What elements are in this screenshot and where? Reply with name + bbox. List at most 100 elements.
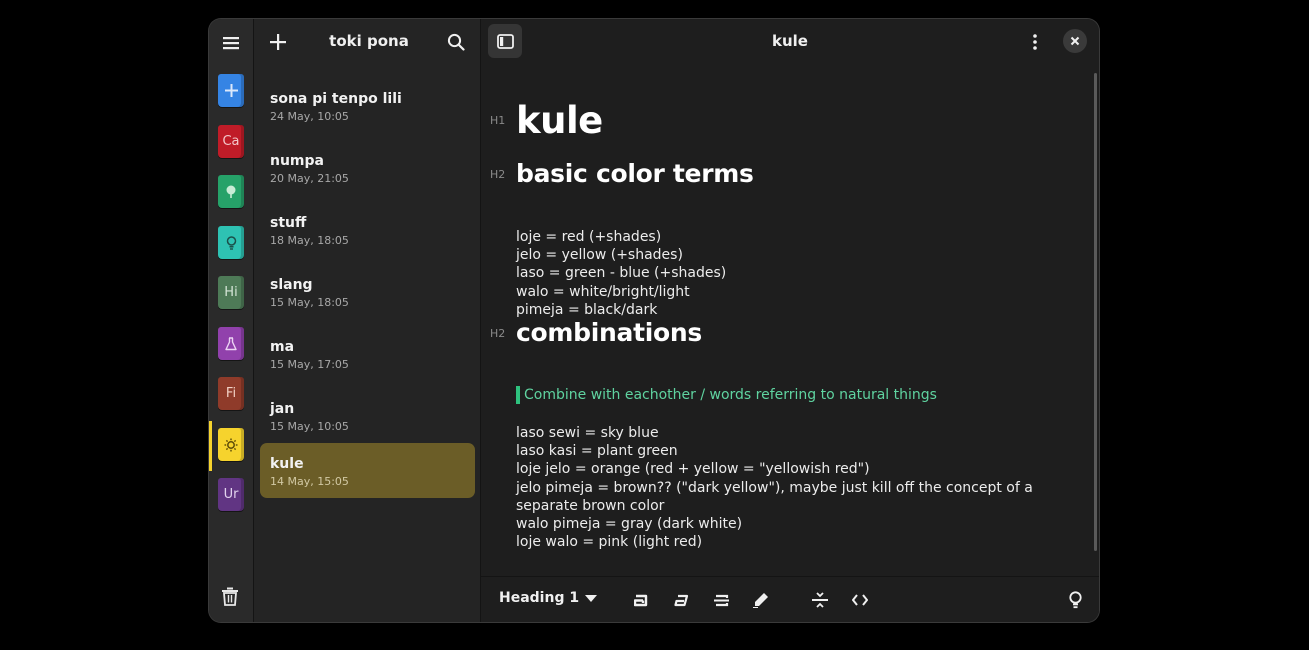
editor-header: kule: [481, 19, 1099, 65]
list-item-selected[interactable]: kule 14 May, 15:05: [260, 443, 475, 498]
notebook-ur[interactable]: Ur: [218, 478, 244, 511]
notebook-flask[interactable]: [218, 327, 244, 360]
notebook-label: Fi: [225, 386, 237, 401]
note-title: kule: [270, 456, 304, 472]
formatting-toolbar: Heading 1: [481, 576, 1099, 622]
search-button[interactable]: [444, 30, 468, 54]
hamburger-menu-icon[interactable]: [219, 31, 243, 55]
trash-icon[interactable]: [221, 587, 241, 607]
notebook-tree[interactable]: [218, 175, 244, 208]
active-notebook-indicator: [209, 421, 212, 471]
notebook-label: Ca: [222, 134, 240, 149]
caret-down-icon: [585, 594, 598, 602]
note-title: ma: [270, 339, 295, 355]
notebook-title: toki pona: [329, 32, 409, 50]
text-line: loje = red (+shades): [516, 229, 662, 245]
kebab-menu-icon: [1033, 34, 1037, 50]
sun-icon: [224, 438, 238, 451]
list-item[interactable]: ma 15 May, 17:05: [260, 326, 475, 381]
note-date: 18 May, 18:05: [270, 234, 349, 247]
note-title: jan: [270, 401, 295, 417]
blockquote: Combine with eachother / words referring…: [516, 386, 937, 404]
code-icon: [852, 594, 868, 606]
heading-2: combinations: [516, 318, 702, 347]
paragraph-combinations: laso sewi = sky blue laso kasi = plant g…: [516, 424, 1064, 551]
strikethrough-button[interactable]: [709, 588, 733, 612]
text-line: loje walo = pink (light red): [516, 534, 703, 551]
notebook-label: Hi: [224, 285, 238, 300]
horizontal-rule-button[interactable]: [808, 588, 832, 612]
plus-icon: [224, 84, 238, 97]
notebook-lightbulb[interactable]: [218, 226, 244, 259]
notebook-fi[interactable]: Fi: [218, 377, 244, 410]
close-button[interactable]: [1063, 29, 1087, 53]
highlight-button[interactable]: [749, 588, 773, 612]
close-icon: [1070, 36, 1080, 46]
note-content[interactable]: H1 kule H2 basic color terms loje = red …: [481, 65, 1091, 577]
note-date: 24 May, 10:05: [270, 110, 349, 123]
text-line: walo = white/bright/light: [516, 283, 690, 300]
notebook-label: Ur: [223, 487, 239, 502]
list-item[interactable]: jan 15 May, 10:05: [260, 388, 475, 443]
note-date: 15 May, 10:05: [270, 420, 349, 433]
tips-button[interactable]: [1063, 588, 1087, 612]
highlighter-icon: [753, 593, 768, 608]
search-icon: [447, 33, 465, 51]
notes-list-pane: toki pona sona pi tenpo lili 24 May, 10:…: [254, 19, 481, 622]
italic-button[interactable]: [669, 588, 693, 612]
italic-icon: [673, 594, 688, 606]
notes-list-header: toki pona: [254, 19, 480, 65]
strikethrough-icon: [713, 594, 729, 606]
flask-icon: [225, 336, 237, 350]
plus-icon: [270, 34, 286, 50]
sidebar-toggle-button[interactable]: [488, 24, 522, 58]
heading-2: basic color terms: [516, 159, 754, 188]
app-window: Ca Hi Fi Ur toki pona sona pi tenpo lili…: [209, 19, 1099, 622]
add-note-button[interactable]: [266, 30, 290, 54]
paragraph-basic-terms: loje = red (+shades) jelo = yellow (+sha…: [516, 228, 1076, 319]
note-title: stuff: [270, 215, 307, 231]
text-line: jelo pimeja = brown?? ("dark yellow"), m…: [516, 479, 1033, 514]
text-line: jelo = yellow (+shades): [516, 247, 683, 264]
notebooks-rail: Ca Hi Fi Ur: [209, 19, 254, 622]
paragraph-style-label: Heading 1: [499, 590, 580, 606]
lightbulb-icon: [1068, 591, 1082, 609]
heading-1: kule: [516, 99, 603, 142]
bold-icon: [633, 594, 647, 606]
heading-level-marker: H2: [490, 168, 506, 181]
notebook-sun[interactable]: [218, 428, 244, 461]
text-line: pimeja = black/dark: [516, 301, 658, 318]
notebook-hi[interactable]: Hi: [218, 276, 244, 309]
scrollbar[interactable]: [1094, 73, 1097, 551]
text-line: laso kasi = plant green: [516, 443, 678, 460]
horizontal-rule-icon: [812, 592, 828, 608]
notebook-ca[interactable]: Ca: [218, 125, 244, 158]
heading-level-marker: H2: [490, 327, 506, 340]
code-button[interactable]: [848, 588, 872, 612]
text-line: laso = green - blue (+shades): [516, 265, 727, 282]
text-line: loje jelo = orange (red + yellow = "yell…: [516, 461, 870, 478]
more-options-button[interactable]: [1023, 30, 1047, 54]
heading-level-marker: H1: [490, 114, 506, 127]
note-date: 20 May, 21:05: [270, 172, 349, 185]
note-title: numpa: [270, 153, 324, 169]
list-item[interactable]: slang 15 May, 18:05: [260, 264, 475, 319]
note-title: slang: [270, 277, 313, 293]
notebook-new[interactable]: [218, 74, 244, 107]
editor-pane: kule H1 kule H2 basic color terms loje =…: [481, 19, 1099, 622]
paragraph-style-dropdown[interactable]: Heading 1: [499, 590, 598, 606]
note-title: sona pi tenpo lili: [270, 91, 402, 107]
list-item[interactable]: numpa 20 May, 21:05: [260, 140, 475, 195]
list-item[interactable]: stuff 18 May, 18:05: [260, 202, 475, 257]
note-date: 15 May, 17:05: [270, 358, 349, 371]
note-date: 14 May, 15:05: [270, 475, 349, 488]
bold-button[interactable]: [629, 588, 653, 612]
note-date: 15 May, 18:05: [270, 296, 349, 309]
text-line: walo pimeja = gray (dark white): [516, 516, 743, 533]
sidebar-icon: [496, 33, 514, 49]
list-item[interactable]: sona pi tenpo lili 24 May, 10:05: [260, 78, 475, 133]
text-line: laso sewi = sky blue: [516, 425, 659, 441]
tree-icon: [226, 185, 236, 198]
lightbulb-icon: [226, 235, 236, 250]
note-title-header: kule: [772, 32, 808, 50]
